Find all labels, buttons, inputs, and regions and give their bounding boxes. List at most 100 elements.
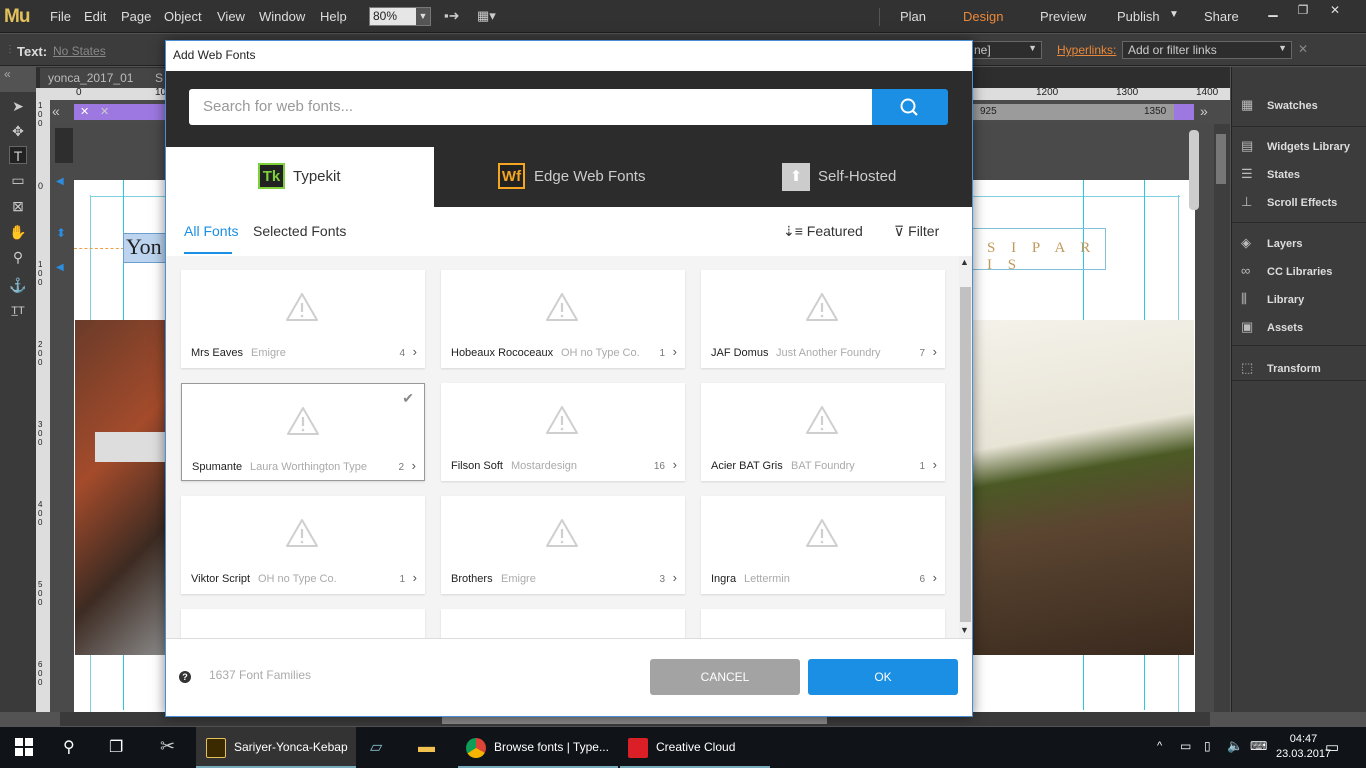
publish-button[interactable]: Publish (1117, 9, 1160, 24)
scroll-up-icon[interactable]: ▲ (960, 257, 969, 267)
chevron-left-icon[interactable]: « (52, 103, 60, 119)
tab-selected-fonts[interactable]: Selected Fonts (253, 223, 346, 239)
font-card-partial[interactable] (441, 609, 685, 638)
chevron-right-icon[interactable]: › (673, 570, 677, 585)
font-card[interactable]: Hobeaux Rococeaux OH no Type Co. 1 › (441, 270, 685, 368)
close-icon[interactable]: ✕ (1324, 3, 1346, 19)
font-card-partial[interactable] (701, 609, 945, 638)
font-card[interactable]: Filson Soft Mostardesign 16 › (441, 383, 685, 481)
chevron-right-icon[interactable]: › (933, 457, 937, 472)
vertical-scroll-thumb[interactable] (1216, 134, 1226, 184)
food-image-left[interactable] (75, 320, 165, 655)
minimize-icon[interactable]: ▁ (1262, 3, 1284, 19)
mode-plan[interactable]: Plan (900, 9, 926, 24)
share-button[interactable]: Share (1204, 9, 1239, 24)
crop-tool-icon[interactable]: ✥ (9, 122, 27, 140)
font-card[interactable]: Viktor Script OH no Type Co. 1 › (181, 496, 425, 594)
menu-page[interactable]: Page (121, 9, 151, 24)
menu-view[interactable]: View (217, 9, 245, 24)
chevron-right-icon[interactable]: › (673, 344, 677, 359)
menu-edit[interactable]: Edit (84, 9, 106, 24)
panel-scroll-effects[interactable]: ⊥ Scroll Effects (1241, 194, 1337, 210)
taskbar-chrome[interactable]: Browse fonts | Type... (458, 727, 618, 768)
chevron-down-icon[interactable]: ▼ (1169, 9, 1179, 20)
text-tool-icon[interactable]: T (9, 146, 27, 164)
panel-transform[interactable]: ⬚ Transform (1241, 360, 1321, 376)
breakpoint-scroll-thumb[interactable] (1189, 130, 1199, 210)
panel-swatches[interactable]: ▦ Swatches (1241, 97, 1318, 113)
tab-document[interactable]: yonca_2017_01 (40, 68, 152, 88)
taskbar-muse[interactable]: Sariyer-Yonca-Kebap (196, 727, 356, 768)
sort-featured-button[interactable]: ⇣≡ Featured (783, 223, 863, 240)
volume-icon[interactable]: 🔈 (1227, 738, 1243, 754)
food-image-right[interactable] (972, 320, 1194, 655)
menu-file[interactable]: File (50, 9, 71, 24)
close-icon[interactable]: ✕ (80, 105, 89, 118)
cancel-button[interactable]: CANCEL (650, 659, 800, 695)
footer-marker-icon[interactable]: ◀ (56, 262, 64, 273)
search-icon[interactable]: ⚲ (63, 737, 75, 757)
system-clock[interactable]: 04:47 23.03.2017 (1276, 732, 1331, 762)
header-marker-icon[interactable]: ◀ (56, 176, 64, 187)
panel-layers[interactable]: ◈ Layers (1241, 235, 1302, 251)
font-card[interactable]: Mrs Eaves Emigre 4 › (181, 270, 425, 368)
font-card[interactable]: Ingra Lettermin 6 › (701, 496, 945, 594)
panel-widgets-library[interactable]: ▤ Widgets Library (1241, 138, 1350, 154)
arrange-icon[interactable]: ▪➜ (444, 8, 460, 24)
mode-preview[interactable]: Preview (1040, 9, 1086, 24)
chevron-right-icon[interactable]: › (412, 458, 416, 473)
selection-tool-icon[interactable]: ➤ (9, 97, 27, 115)
chevron-right-icon[interactable]: › (933, 344, 937, 359)
notifications-icon[interactable]: ▭ (1325, 738, 1339, 756)
file-explorer-icon[interactable]: ▬ (418, 737, 435, 757)
help-icon[interactable]: ? (179, 671, 191, 683)
checkmark-icon[interactable]: ✔ (402, 390, 414, 407)
text-frame-icon[interactable]: T̲T (9, 302, 27, 320)
search-button[interactable] (872, 89, 948, 125)
tab-document-2[interactable]: S (152, 68, 166, 88)
frame-tool-icon[interactable]: ⊠ (9, 197, 27, 215)
zoom-select[interactable]: 80% ▼ (369, 7, 431, 26)
chevron-right-icon[interactable]: › (413, 570, 417, 585)
power-icon[interactable]: ▯ (1204, 739, 1211, 753)
panel-library[interactable]: ⫼ Library (1241, 291, 1304, 307)
yonca-text-frame[interactable]: Yon (123, 233, 167, 263)
scroll-marker-icon[interactable]: ⬍ (56, 226, 66, 240)
zoom-tool-icon[interactable]: ⚲ (9, 248, 27, 266)
rectangle-tool-icon[interactable]: ▭ (9, 171, 27, 189)
breakpoint-handle[interactable] (1174, 104, 1194, 120)
siparis-button[interactable]: S I P A R I S (972, 228, 1106, 273)
canvas-vertical-scrollbar[interactable] (1214, 124, 1230, 712)
task-view-icon[interactable]: ❐ (109, 737, 123, 757)
hand-tool-icon[interactable]: ✋ (9, 223, 27, 241)
menu-object[interactable]: Object (164, 9, 202, 24)
state-select[interactable]: ne] ▼ (970, 41, 1042, 59)
menu-help[interactable]: Help (320, 9, 347, 24)
notepad-icon[interactable]: ▱ (370, 737, 382, 757)
states-link[interactable]: No States (53, 44, 106, 58)
font-card[interactable]: Acier BAT Gris BAT Foundry 1 › (701, 383, 945, 481)
panel-cc-libraries[interactable]: ∞ CC Libraries (1241, 263, 1332, 278)
pinned-app-icon[interactable]: ✂ (160, 736, 175, 757)
windows-start-icon[interactable] (15, 738, 33, 756)
panel-states[interactable]: ☰ States (1241, 166, 1300, 182)
font-card[interactable]: Brothers Emigre 3 › (441, 496, 685, 594)
ok-button[interactable]: OK (808, 659, 958, 695)
network-icon[interactable]: ▭ (1180, 739, 1191, 753)
restore-icon[interactable]: ❐ (1292, 3, 1314, 19)
font-search-input[interactable]: Search for web fonts... (189, 89, 872, 125)
clear-icon[interactable]: ✕ (1298, 42, 1308, 56)
font-card[interactable]: JAF Domus Just Another Foundry 7 › (701, 270, 945, 368)
mode-design[interactable]: Design (963, 9, 1003, 24)
tray-expand-icon[interactable]: ^ (1157, 740, 1162, 752)
chevron-right-icon[interactable]: › (413, 344, 417, 359)
chevron-right-icon[interactable]: › (673, 457, 677, 472)
menu-window[interactable]: Window (259, 9, 305, 24)
tools-collapse-icon[interactable]: « (4, 67, 34, 89)
tab-all-fonts[interactable]: All Fonts (184, 223, 238, 239)
font-card-partial[interactable] (181, 609, 425, 638)
font-grid-scroll-thumb[interactable] (960, 287, 971, 622)
keyboard-icon[interactable]: ⌨ (1250, 739, 1267, 753)
panel-assets[interactable]: ▣ Assets (1241, 319, 1303, 335)
links-filter-input[interactable]: Add or filter links ▼ (1122, 41, 1292, 59)
